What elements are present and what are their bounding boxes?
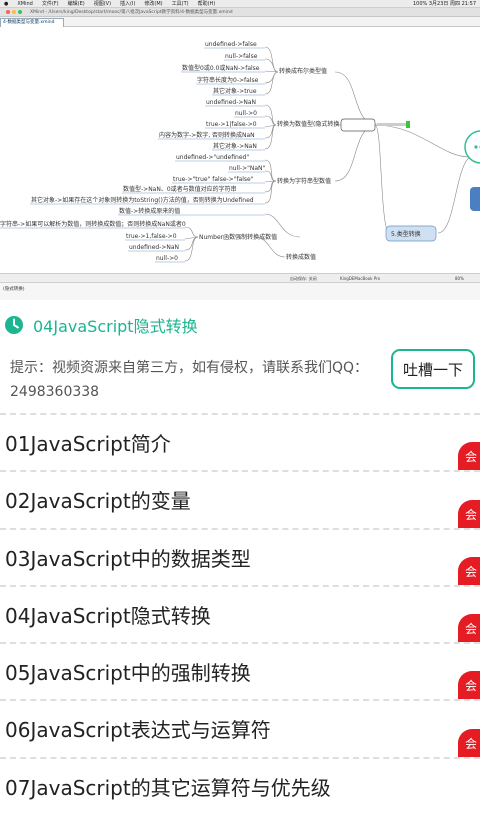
member-badge: 会 (458, 442, 480, 471)
lesson-item-title: 07JavaScript的其它运算符与优先级 (5, 775, 331, 800)
lesson-item[interactable]: 04JavaScript隐式转换 会 (0, 584, 480, 643)
current-lesson-title: 04JavaScript隐式转换 (33, 317, 198, 336)
feedback-button[interactable]: 吐槽一下 (391, 349, 475, 389)
mindmap-node: true->"true" false->"false" (173, 176, 254, 183)
mindmap-node: 其它对象->如果存在这个对象则转换为toString()方法的值，否则转换为Un… (31, 196, 254, 204)
menubar-item: 修改(M) (144, 1, 163, 7)
zoom-level: 80% (455, 276, 464, 281)
member-badge: 会 (458, 499, 480, 528)
mindmap-branch: 转换成布尔类型值 (279, 67, 327, 75)
lesson-item-title: 06JavaScript表达式与运算符 (5, 718, 271, 743)
mindmap-diagram: undefined->false null->false 数值型0或0.0或Na… (0, 41, 480, 263)
mac-menubar: ● XMind 文件(F) 编辑(E) 视图(V) 插入(I) 修改(M) 工具… (0, 0, 480, 8)
mindmap-branch: 转换为字符串型数值 (277, 177, 331, 185)
menubar-item: 工具(T) (171, 1, 189, 7)
mindmap-branch: 5.类型转换 (391, 230, 421, 238)
lesson-item-title: 01JavaScript简介 (5, 432, 171, 456)
lesson-item[interactable]: 02JavaScript的变量 会 (0, 470, 480, 528)
lesson-item-title: 05JavaScript中的强制转换 (5, 661, 251, 686)
menubar-item: 编辑(E) (67, 1, 85, 7)
mindmap-node: undefined->NaN (206, 99, 256, 106)
member-badge: 会 (458, 671, 480, 700)
mindmap-node: 其它对象->NaN (213, 142, 257, 150)
menubar-item: 帮助(H) (197, 1, 216, 7)
mindmap-node: undefined->NaN (129, 244, 179, 251)
lesson-item[interactable]: 01JavaScript简介 会 (0, 413, 480, 471)
menubar-item: 插入(I) (120, 1, 136, 7)
lesson-item[interactable]: 06JavaScript表达式与运算符 会 (0, 699, 480, 757)
mindmap-node: 数值型0或0.0或NaN->false (182, 64, 260, 72)
xmind-statusbar: 自动保存: 关闭 KingDEMacBook Pro 80% (0, 273, 480, 282)
mindmap-branch: 转换成数值 (286, 253, 316, 261)
mindmap-node: 字符串->如果可以解析为数值，则转换成数值；否则转换成NaN或者0 (0, 220, 186, 228)
machine-name: KingDEMacBook Pro (340, 276, 381, 281)
mindmap-node: 数值型->NaN、0或者与数值对应的字符串 (123, 185, 237, 193)
video-player[interactable]: ● XMind 文件(F) 编辑(E) 视图(V) 插入(I) 修改(M) 工具… (0, 0, 480, 300)
mindmap-node: null->0 (235, 110, 257, 117)
menubar-item: 视图(V) (93, 1, 112, 7)
clock-icon (5, 316, 23, 334)
member-badge: 会 (458, 728, 480, 757)
lesson-item-title: 03JavaScript中的数据类型 (5, 546, 251, 571)
mindmap-branch: Number函数强制转换成数值 (199, 233, 277, 241)
mindmap-node: 其它对象->true (213, 87, 257, 95)
apple-icon: ● (4, 0, 9, 7)
mindmap-node: 数值->转换成原来的值 (119, 207, 180, 215)
mindmap-node: null->0 (156, 255, 178, 262)
member-badge: 会 (458, 614, 480, 643)
mindmap-node: undefined->"undefined" (176, 154, 249, 161)
xmind-file-tab: 4-数据类型与变量.xmind (0, 18, 64, 27)
mindmap-node: null->"NaN" (229, 165, 266, 172)
lesson-item[interactable]: 07JavaScript的其它运算符与优先级 (0, 756, 480, 814)
mindmap-node: null->false (225, 53, 258, 60)
lesson-item-title: 02JavaScript的变量 (5, 489, 191, 514)
window-title: XMind - /Users/king/Desktop/start/mooc/第… (30, 10, 233, 15)
xmind-titlebar: XMind - /Users/king/Desktop/start/mooc/第… (0, 8, 480, 17)
mindmap-canvas: undefined->false null->false 数值型0或0.0或Na… (0, 27, 480, 273)
current-lesson-header: 04JavaScript隐式转换 (0, 300, 480, 350)
xmind-tabbar: 4-数据类型与变量.xmind (0, 17, 480, 27)
mindmap-node: undefined->false (205, 41, 257, 48)
lesson-item[interactable]: 05JavaScript中的强制转换 会 (0, 642, 480, 700)
mindmap-node: 字符串长度为0->false (197, 76, 259, 84)
member-badge: 会 (458, 556, 480, 585)
mindmap-node: true->1,false->0 (126, 233, 177, 240)
panel-label: (隐式转换) (3, 287, 25, 292)
copyright-notice: 提示：视频资源来自第三方，如有侵权，请联系我们QQ：2498360338 (10, 360, 369, 400)
mindmap-branch: 转换为数值型(隐式转换 (277, 120, 339, 128)
lesson-item-title: 04JavaScript隐式转换 (5, 603, 211, 628)
menubar-clock: 100% 3月23日 周四 21:57 (412, 1, 476, 7)
mindmap-node: 内容为数字->数字, 否则转换成NaN (159, 131, 255, 139)
xmind-bottom-panel: (隐式转换) (0, 282, 480, 300)
menubar-app-name: XMind (17, 0, 33, 7)
menubar-item: 文件(F) (41, 1, 59, 7)
window-controls (6, 10, 22, 14)
lesson-item[interactable]: 03JavaScript中的数据类型 会 (0, 527, 480, 585)
mindmap-node: true->1|false->0 (206, 121, 257, 128)
lesson-list: 01JavaScript简介 会 02JavaScript的变量 会 03Jav… (0, 413, 480, 814)
